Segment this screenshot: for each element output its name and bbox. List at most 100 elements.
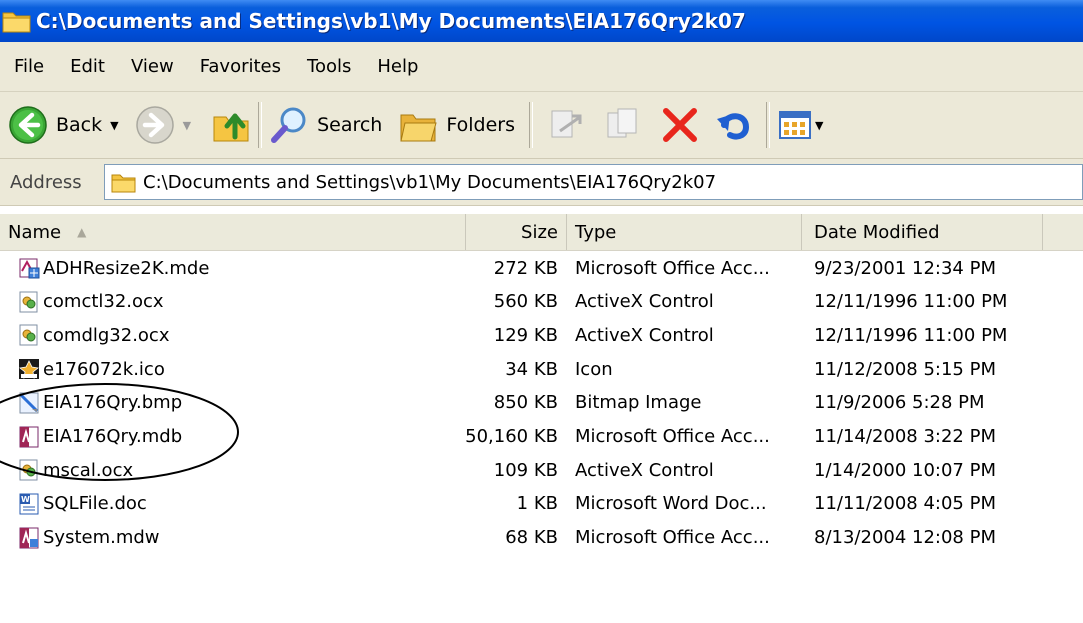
toolbar-separator bbox=[765, 102, 770, 148]
address-bar: Address C:\Documents and Settings\vb1\My… bbox=[0, 159, 1083, 206]
file-type: ActiveX Control bbox=[575, 459, 714, 481]
file-name-cell[interactable]: ADHResize2K.mde bbox=[18, 251, 458, 285]
column-header-date[interactable]: Date Modified bbox=[802, 214, 1043, 250]
address-value: C:\Documents and Settings\vb1\My Documen… bbox=[143, 171, 717, 193]
delete-x-icon bbox=[662, 108, 697, 142]
column-header-size-label: Size bbox=[521, 221, 558, 243]
file-date-modified: 8/13/2004 12:08 PM bbox=[814, 527, 996, 549]
menu-edit[interactable]: Edit bbox=[57, 56, 118, 77]
file-row[interactable]: W SQLFile.doc 1 KB Microsoft Word Doc... 11/… bbox=[0, 487, 1083, 521]
move-to-button[interactable] bbox=[546, 101, 586, 149]
file-name-cell[interactable]: W SQLFile.doc bbox=[18, 487, 458, 521]
file-list: Name ▲ Size Type Date Modified ADHResize… bbox=[0, 206, 1083, 623]
menu-help[interactable]: Help bbox=[364, 56, 431, 77]
column-header-name-label: Name bbox=[8, 221, 62, 243]
file-type: Microsoft Office Acc... bbox=[575, 257, 770, 279]
word-doc-icon: W bbox=[18, 493, 40, 515]
file-type: Icon bbox=[575, 358, 613, 380]
search-button[interactable]: Search bbox=[269, 101, 382, 149]
views-dropdown-icon[interactable]: ▼ bbox=[815, 119, 823, 132]
file-name: EIA176Qry.mdb bbox=[43, 426, 183, 447]
file-row[interactable]: ADHResize2K.mde 272 KB Microsoft Office Ac… bbox=[0, 251, 1083, 285]
activex-icon bbox=[18, 291, 40, 313]
file-row[interactable]: System.mdw 68 KB Microsoft Office Acc... 8/… bbox=[0, 521, 1083, 555]
back-button[interactable]: Back ▼ bbox=[8, 101, 119, 149]
file-size: 50,160 KB bbox=[465, 426, 558, 447]
undo-button[interactable] bbox=[714, 101, 754, 149]
column-header-type-label: Type bbox=[575, 221, 617, 243]
up-folder-button[interactable] bbox=[211, 101, 251, 149]
toolbar: Back ▼ ▼ Search Folders ▼ bbox=[0, 92, 1083, 159]
column-header-blank[interactable] bbox=[1043, 214, 1083, 250]
file-row[interactable]: e176072k.ico 34 KB Icon 11/12/2008 5:15 PM bbox=[0, 352, 1083, 386]
file-row[interactable]: comctl32.ocx 560 KB ActiveX Control 12/11/1… bbox=[0, 285, 1083, 319]
file-date-modified: 11/14/2008 3:22 PM bbox=[814, 426, 996, 447]
folder-icon bbox=[111, 174, 136, 193]
column-header-type[interactable]: Type bbox=[567, 214, 802, 250]
column-header-row: Name ▲ Size Type Date Modified bbox=[0, 214, 1083, 251]
file-size: 560 KB bbox=[493, 291, 558, 313]
activex-icon bbox=[18, 459, 40, 481]
forward-dropdown-icon[interactable]: ▼ bbox=[183, 119, 191, 132]
file-name-cell[interactable]: comctl32.ocx bbox=[18, 285, 458, 319]
file-date-modified: 12/11/1996 11:00 PM bbox=[814, 324, 1008, 346]
menu-view[interactable]: View bbox=[118, 56, 187, 77]
file-name-cell[interactable]: comdlg32.ocx bbox=[18, 318, 458, 352]
file-size: 850 KB bbox=[493, 392, 558, 414]
access-mdb-icon bbox=[18, 426, 40, 448]
back-dropdown-icon[interactable]: ▼ bbox=[110, 119, 118, 132]
file-row[interactable]: comdlg32.ocx 129 KB ActiveX Control 12/11/1… bbox=[0, 318, 1083, 352]
copy-to-button[interactable] bbox=[604, 101, 644, 149]
file-type: Microsoft Office Acc... bbox=[575, 527, 770, 549]
file-name-cell[interactable]: EIA176Qry.bmp bbox=[18, 386, 458, 420]
file-name-cell[interactable]: e176072k.ico bbox=[18, 352, 458, 386]
file-name-cell[interactable]: mscal.ocx bbox=[18, 453, 458, 487]
file-type: Microsoft Office Acc... bbox=[575, 426, 770, 447]
folders-button[interactable]: Folders bbox=[398, 101, 515, 149]
menu-tools[interactable]: Tools bbox=[294, 56, 364, 77]
file-name: SQLFile.doc bbox=[43, 493, 147, 515]
file-size: 109 KB bbox=[493, 459, 558, 481]
folders-icon bbox=[400, 114, 438, 142]
forward-arrow-icon bbox=[135, 106, 174, 144]
folder-icon bbox=[2, 12, 31, 33]
file-size: 68 KB bbox=[505, 527, 558, 549]
views-button[interactable]: ▼ bbox=[777, 101, 823, 149]
file-row[interactable]: mscal.ocx 109 KB ActiveX Control 1/14/2000 … bbox=[0, 453, 1083, 487]
file-size: 129 KB bbox=[493, 324, 558, 346]
file-date-modified: 11/12/2008 5:15 PM bbox=[814, 358, 996, 380]
file-name: System.mdw bbox=[43, 527, 160, 549]
file-date-modified: 11/11/2008 4:05 PM bbox=[814, 493, 996, 515]
menu-favorites[interactable]: Favorites bbox=[187, 56, 294, 77]
file-size: 34 KB bbox=[505, 358, 558, 380]
move-to-icon bbox=[551, 110, 582, 138]
address-input[interactable]: C:\Documents and Settings\vb1\My Documen… bbox=[104, 164, 1083, 200]
svg-text:W: W bbox=[21, 495, 30, 504]
forward-button[interactable]: ▼ bbox=[135, 101, 191, 149]
back-label: Back bbox=[56, 114, 103, 136]
file-size: 272 KB bbox=[493, 257, 558, 279]
file-row[interactable]: EIA176Qry.bmp 850 KB Bitmap Image 11/9/2006… bbox=[0, 386, 1083, 420]
delete-button[interactable] bbox=[660, 101, 700, 149]
bitmap-icon bbox=[18, 392, 40, 414]
copy-to-icon bbox=[607, 108, 637, 138]
access-mde-icon bbox=[18, 257, 40, 279]
file-type: Microsoft Word Doc... bbox=[575, 493, 767, 515]
undo-icon bbox=[716, 113, 749, 140]
file-name: mscal.ocx bbox=[43, 459, 134, 481]
file-row[interactable]: EIA176Qry.mdb 50,160 KB Microsoft Office A… bbox=[0, 420, 1083, 454]
file-name: e176072k.ico bbox=[43, 358, 165, 380]
file-type: ActiveX Control bbox=[575, 324, 714, 346]
file-name: ADHResize2K.mde bbox=[43, 257, 210, 279]
file-name-cell[interactable]: EIA176Qry.mdb bbox=[18, 420, 458, 454]
column-header-name[interactable]: Name ▲ bbox=[0, 214, 466, 250]
toolbar-separator bbox=[258, 102, 263, 148]
file-date-modified: 1/14/2000 10:07 PM bbox=[814, 459, 996, 481]
activex-icon bbox=[18, 324, 40, 346]
file-date-modified: 11/9/2006 5:28 PM bbox=[814, 392, 985, 414]
file-type: ActiveX Control bbox=[575, 291, 714, 313]
column-header-size[interactable]: Size bbox=[466, 214, 567, 250]
menu-file[interactable]: File bbox=[0, 56, 57, 77]
file-name-cell[interactable]: System.mdw bbox=[18, 521, 458, 555]
column-header-date-label: Date Modified bbox=[814, 221, 940, 243]
